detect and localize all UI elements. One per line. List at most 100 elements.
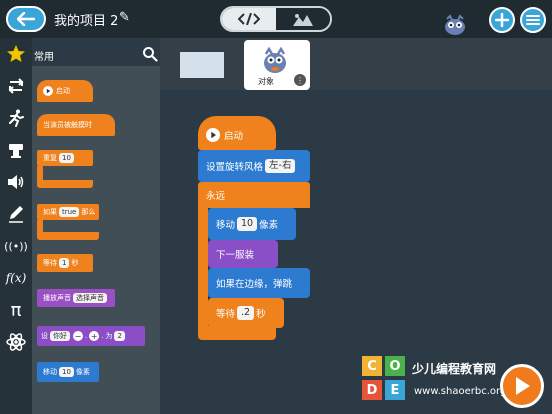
watermark-url: www.shaoerbc.org (414, 386, 507, 397)
move-label: 移动 (216, 220, 236, 231)
palette-block-set-variable[interactable]: 设 你好 − . + . 为 2 (37, 326, 145, 346)
broadcast-icon: ((•)) (4, 239, 28, 253)
pencil-icon[interactable]: ✎ (119, 10, 130, 25)
project-title[interactable]: 我的项目 2 (54, 10, 118, 29)
category-motion[interactable] (0, 104, 32, 132)
variable-name-field[interactable]: 你好 (50, 331, 70, 341)
watermark-letter-o: O (385, 356, 405, 376)
category-function[interactable]: f(x) (0, 264, 32, 292)
star-icon (7, 45, 25, 62)
move-steps-field[interactable]: 10 (237, 217, 258, 231)
move-steps-field[interactable]: 10 (59, 367, 74, 377)
speaker-icon (8, 175, 24, 189)
search-icon[interactable] (142, 46, 158, 62)
palette-block-wait-unit: 秒 (71, 259, 79, 267)
code-icon (238, 13, 260, 25)
palette-block-start[interactable]: 启动 (37, 80, 93, 102)
play-circle-icon (43, 86, 53, 96)
script-bounce-block[interactable]: 如果在边缘，弹跳 (208, 268, 310, 298)
pen-icon (9, 206, 23, 223)
rotation-style-field[interactable]: 左-右 (265, 159, 296, 173)
function-icon: f(x) (5, 271, 27, 285)
palette-block-set-to: 为 (105, 332, 113, 340)
minus-button[interactable]: − (73, 331, 83, 341)
wait-seconds-field[interactable]: 1 (59, 258, 70, 268)
palette-block-when-touched[interactable]: 当演员被触摸时 (37, 114, 115, 136)
palette-block-wait-label: 等待 (43, 259, 57, 267)
play-circle-icon (206, 128, 220, 142)
palette-block-touched-label: 当演员被触摸时 (43, 121, 92, 129)
next-costume-label: 下一服装 (216, 250, 255, 261)
forever-block-arm (198, 206, 208, 336)
mascot-icon (445, 14, 465, 35)
active-category-label: 常用 (34, 52, 54, 63)
palette-block-start-label: 启动 (56, 87, 70, 95)
variable-value-field[interactable]: 2 (114, 331, 125, 341)
script-wait-block[interactable]: 等待 .2 秒 (208, 298, 284, 328)
costume-icon (9, 144, 23, 158)
add-button[interactable] (489, 7, 515, 33)
palette-block-sound-label: 播放声音 (43, 294, 71, 302)
view-toggle[interactable] (220, 6, 332, 32)
stage-thumbnail[interactable] (180, 52, 224, 78)
palette-block-if-label: 如果 (43, 208, 57, 216)
script-next-costume-block[interactable]: 下一服装 (208, 240, 278, 268)
script-start-label: 启动 (224, 131, 244, 142)
wait-unit: 秒 (256, 309, 266, 320)
mountain-icon (293, 13, 313, 26)
menu-icon (526, 15, 540, 25)
sprite-mascot-icon (264, 46, 286, 73)
palette-block-move[interactable]: 移动 10 像素 (37, 362, 99, 382)
palette-block-move-label: 移动 (43, 368, 57, 376)
repeat-count-field[interactable]: 10 (59, 153, 74, 163)
watermark-text: 少儿编程教育网 (412, 362, 497, 376)
palette-block-move-unit: 像素 (75, 368, 90, 376)
sound-select-field[interactable]: 选择声音 (73, 293, 107, 303)
category-broadcast[interactable]: ((•)) (0, 232, 32, 260)
script-rotation-style-block[interactable]: 设置旋转风格 左-右 (198, 150, 310, 182)
if-condition-field[interactable]: true (59, 207, 80, 217)
bounce-label: 如果在边缘，弹跳 (216, 279, 293, 290)
sprite-label: 对象 (258, 77, 274, 86)
menu-button[interactable] (520, 7, 546, 33)
forever-label: 永远 (206, 191, 226, 202)
watermark-letter-e: E (385, 380, 405, 400)
palette-block-wait[interactable]: 等待 1 秒 (37, 254, 93, 272)
plus-icon (495, 13, 509, 27)
forever-block-foot (198, 326, 276, 340)
palette-block-if-then: 那么 (81, 208, 96, 216)
arrow-left-icon (17, 12, 35, 26)
atom-icon (6, 333, 26, 351)
category-control[interactable] (0, 72, 32, 100)
move-unit: 像素 (259, 220, 279, 231)
loop-arrows-icon (8, 78, 24, 94)
palette-block-set-label: 设 (41, 332, 48, 340)
script-start-block[interactable]: 启动 (198, 116, 276, 150)
running-man-icon (9, 109, 24, 127)
repeat-block-foot (37, 180, 93, 188)
code-view-tab[interactable] (222, 8, 276, 30)
run-button[interactable] (500, 364, 544, 408)
category-looks[interactable] (0, 136, 32, 164)
script-move-block[interactable]: 移动 10 像素 (208, 208, 296, 240)
palette-block-repeat[interactable]: 重复 10 (37, 150, 93, 166)
category-star[interactable] (0, 40, 32, 68)
palette-block-if[interactable]: 如果 true 那么 (37, 204, 99, 220)
palette-block-play-sound[interactable]: 播放声音 选择声音 (37, 289, 115, 307)
category-pen[interactable] (0, 200, 32, 228)
watermark-letter-c: C (362, 356, 382, 376)
script-forever-block[interactable]: 永远 (198, 182, 310, 208)
category-sound[interactable] (0, 168, 32, 196)
pi-icon: π (10, 299, 22, 321)
rotation-style-label: 设置旋转风格 (206, 162, 264, 173)
more-dots-icon[interactable]: ⋮ (294, 74, 306, 86)
category-math[interactable]: π (0, 296, 32, 324)
back-button[interactable] (6, 6, 46, 32)
watermark-letter-d: D (362, 380, 382, 400)
scene-view-tab[interactable] (276, 8, 330, 30)
category-science[interactable] (0, 328, 32, 356)
wait-label: 等待 (216, 309, 236, 320)
plus-button[interactable]: + (89, 331, 100, 341)
wait-seconds-field[interactable]: .2 (237, 306, 255, 320)
if-block-foot (37, 232, 99, 240)
